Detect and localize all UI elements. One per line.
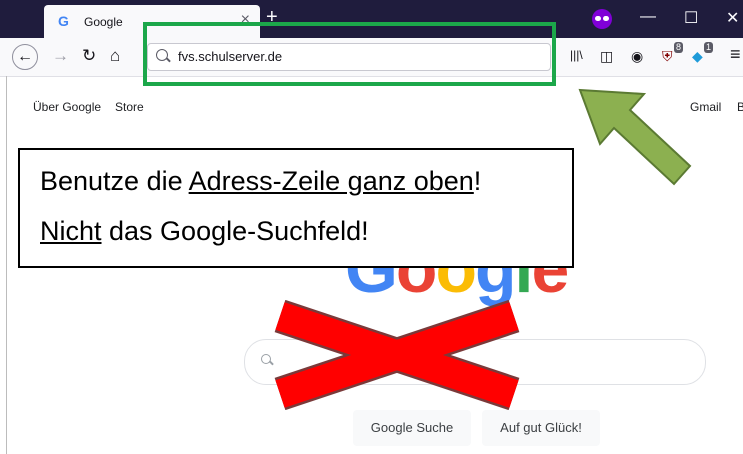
instruction-callout: Benutze die Adress-Zeile ganz oben! Nich… [18, 148, 574, 268]
maximize-button[interactable]: ☐ [684, 8, 698, 28]
ublock-icon[interactable]: ⛨ [662, 48, 673, 65]
callout-text: ! [473, 166, 482, 196]
feeling-lucky-button[interactable]: Auf gut Glück! [482, 410, 600, 446]
red-cross-mark [274, 300, 520, 410]
callout-line-2: Nicht das Google-Suchfeld! [40, 216, 369, 247]
green-arrow-icon [578, 88, 692, 186]
ublock-badge: 8 [674, 42, 684, 53]
callout-emphasis: Nicht [40, 216, 102, 246]
google-search-button[interactable]: Google Suche [353, 410, 471, 446]
home-button[interactable]: ⌂ [110, 46, 120, 66]
google-favicon-icon: G [58, 13, 69, 29]
store-link[interactable]: Store [115, 100, 144, 114]
callout-text: Benutze die [40, 166, 189, 196]
about-google-link[interactable]: Über Google [33, 100, 101, 114]
library-icon[interactable]: |||\ [570, 48, 583, 62]
private-browsing-icon [592, 9, 612, 29]
callout-emphasis: Adress-Zeile ganz oben [188, 166, 474, 196]
close-window-button[interactable]: ✕ [726, 8, 739, 28]
page-border [6, 76, 7, 454]
reload-button[interactable]: ↻ [82, 46, 96, 66]
sidebar-icon[interactable]: ◫ [600, 48, 613, 65]
address-bar-highlight [143, 22, 556, 86]
minimize-button[interactable]: — [640, 8, 656, 26]
images-link[interactable]: B [737, 100, 743, 114]
extension-icon[interactable]: ◆ [692, 48, 703, 65]
extension-badge: 1 [704, 42, 714, 53]
account-icon[interactable]: ◉ [631, 48, 643, 65]
forward-button[interactable]: → [52, 46, 69, 66]
callout-line-1: Benutze die Adress-Zeile ganz oben! [40, 166, 481, 197]
menu-icon[interactable]: ≡ [730, 44, 741, 65]
back-button[interactable]: ← [12, 44, 38, 70]
tab-title: Google [84, 15, 123, 29]
callout-text: das Google-Suchfeld! [101, 216, 369, 246]
